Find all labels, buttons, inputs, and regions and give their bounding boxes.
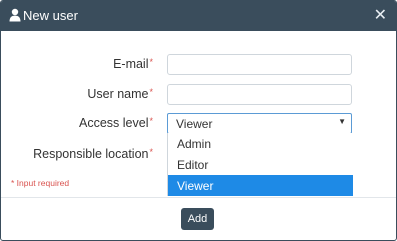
required-marker: * — [149, 116, 153, 126]
username-label-text: User name — [87, 87, 149, 101]
responsible-location-label-text: Responsible location — [33, 147, 149, 161]
email-field[interactable] — [167, 54, 352, 75]
option-viewer[interactable]: Viewer — [168, 175, 353, 196]
close-icon[interactable]: ✕ — [374, 5, 387, 25]
dialog-title: New user — [23, 8, 78, 23]
access-level-select[interactable]: Viewer ▼ — [167, 113, 352, 134]
access-level-selected-value: Viewer — [176, 117, 213, 131]
required-marker: * — [149, 147, 153, 157]
option-admin[interactable]: Admin — [168, 133, 353, 154]
option-label: Editor — [177, 158, 209, 172]
required-marker: * — [149, 87, 153, 97]
new-user-dialog: New user ✕ E-mail* User name* Access lev… — [0, 0, 397, 241]
username-label: User name* — [87, 87, 153, 101]
email-label: E-mail* — [113, 57, 153, 71]
required-marker: * — [149, 57, 153, 67]
access-level-dropdown: Admin Editor Viewer — [167, 133, 353, 196]
footer-divider — [1, 197, 396, 198]
email-label-text: E-mail — [113, 57, 149, 71]
access-level-label-text: Access level — [79, 116, 149, 130]
username-field[interactable] — [167, 84, 352, 105]
required-note: * Input required — [11, 178, 70, 188]
dialog-titlebar: New user ✕ — [1, 1, 396, 31]
user-icon — [9, 8, 21, 22]
caret-down-icon: ▼ — [338, 117, 346, 126]
option-label: Admin — [177, 137, 212, 151]
option-label: Viewer — [177, 179, 214, 193]
option-editor[interactable]: Editor — [168, 154, 353, 175]
access-level-label: Access level* — [79, 116, 153, 130]
add-button[interactable]: Add — [181, 208, 214, 230]
responsible-location-label: Responsible location* — [33, 147, 153, 161]
